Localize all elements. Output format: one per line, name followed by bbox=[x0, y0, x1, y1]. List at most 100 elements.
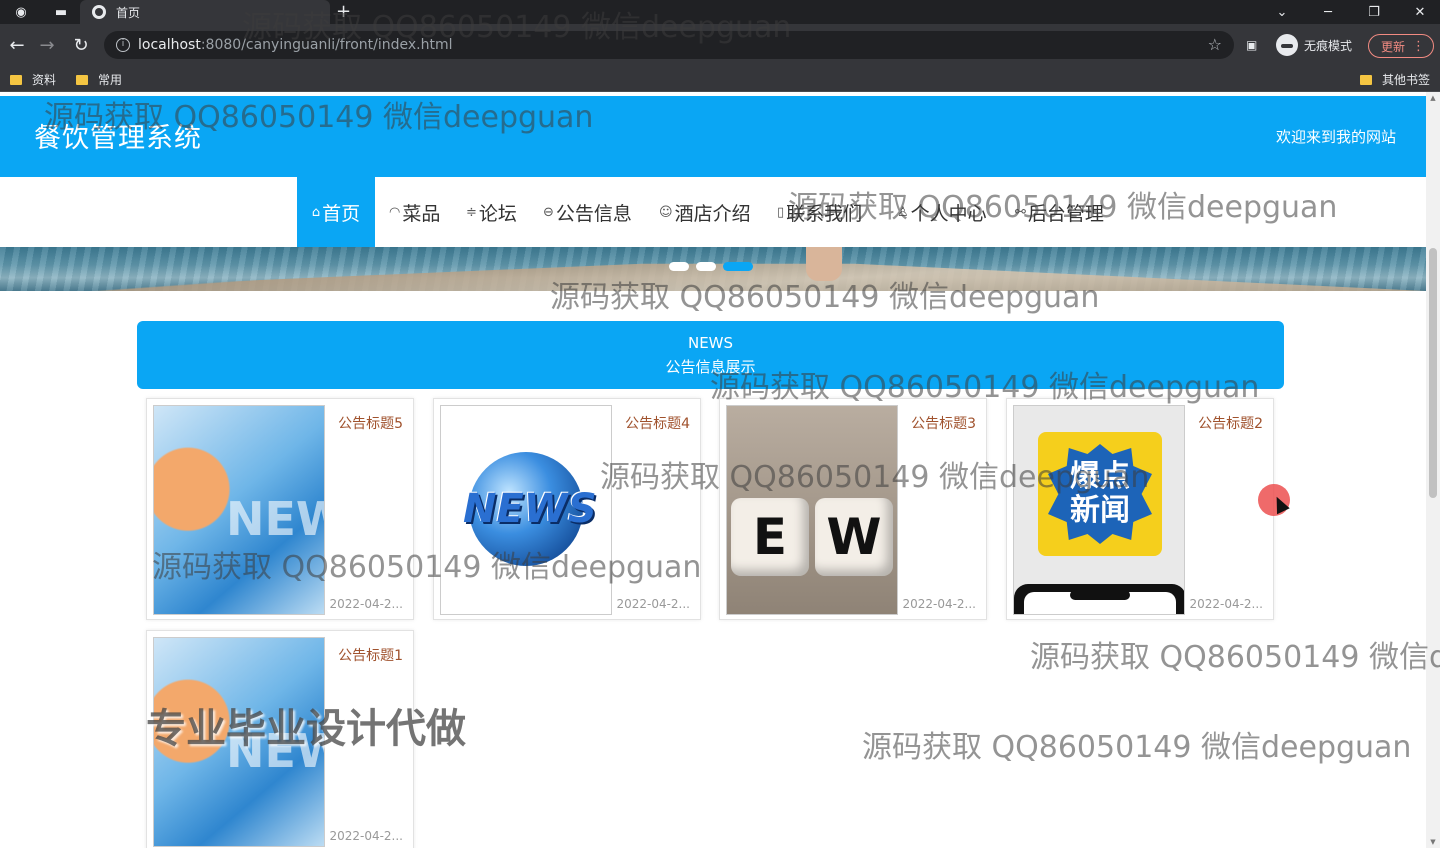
bookmark-folder-changyong[interactable]: 常用 bbox=[76, 71, 122, 88]
incognito-icon bbox=[1276, 34, 1298, 56]
nav-item-home[interactable]: ⌂ 首页 bbox=[297, 177, 375, 247]
hotel-icon: ☺ bbox=[659, 204, 673, 220]
address-bar[interactable]: i localhost:8080/canyinguanli/front/inde… bbox=[104, 31, 1234, 59]
nav-label: 公告信息 bbox=[555, 202, 632, 225]
news-image[interactable]: NEW bbox=[153, 405, 325, 615]
news-date: 2022-04-2... bbox=[616, 597, 690, 611]
news-date: 2022-04-2... bbox=[329, 597, 403, 611]
carousel-dot-2[interactable] bbox=[696, 262, 716, 271]
nav-item-contact[interactable]: ▯ 联系我们 bbox=[777, 177, 862, 247]
news-date: 2022-04-2... bbox=[1189, 597, 1263, 611]
news-title[interactable]: 公告标题1 bbox=[338, 645, 403, 665]
news-card[interactable]: E W 公告标题3 2022-04-2... bbox=[719, 398, 987, 620]
site-info-icon[interactable]: i bbox=[116, 38, 130, 52]
notice-icon: ⊖ bbox=[543, 204, 554, 220]
bookmark-folder-ziliao[interactable]: 资料 bbox=[10, 71, 56, 88]
nav-label: 酒店介绍 bbox=[674, 202, 751, 225]
news-image-text: NEW bbox=[226, 724, 324, 778]
news-title[interactable]: 公告标题3 bbox=[911, 413, 976, 433]
nav-item-forum[interactable]: ≑ 论坛 bbox=[466, 177, 517, 247]
other-bookmarks[interactable]: 其他书签 bbox=[1360, 71, 1430, 88]
nav-item-hotel[interactable]: ☺ 酒店介绍 bbox=[659, 177, 751, 247]
news-date: 2022-04-2... bbox=[329, 829, 403, 843]
nav-item-dishes[interactable]: ◠ 菜品 bbox=[389, 177, 440, 247]
nav-label: 菜品 bbox=[402, 202, 441, 225]
forum-icon: ≑ bbox=[466, 204, 477, 220]
news-title[interactable]: 公告标题5 bbox=[338, 413, 403, 433]
folder-icon bbox=[1360, 74, 1372, 85]
home-icon: ⌂ bbox=[311, 204, 321, 220]
bookmark-star-icon[interactable]: ☆ bbox=[1208, 35, 1222, 54]
carousel-dot-3[interactable] bbox=[723, 262, 753, 271]
news-date: 2022-04-2... bbox=[902, 597, 976, 611]
news-burst-line1: 爆点 bbox=[1070, 459, 1130, 494]
news-heading-cn: 公告信息展示 bbox=[665, 358, 756, 376]
reload-button[interactable]: ↻ bbox=[68, 32, 94, 58]
news-image[interactable]: NEW bbox=[153, 637, 325, 847]
news-image-text: NEW bbox=[226, 492, 324, 546]
dice-w: W bbox=[815, 498, 893, 576]
other-bookmarks-label: 其他书签 bbox=[1382, 73, 1431, 87]
link-icon: ⚯ bbox=[1015, 204, 1026, 220]
url-host: localhost bbox=[138, 37, 201, 53]
site-favicon-icon bbox=[92, 5, 106, 19]
phone-notch bbox=[1070, 590, 1130, 600]
news-burst-line2: 新闻 bbox=[1070, 493, 1130, 528]
nav-label: 个人中心 bbox=[910, 202, 987, 225]
minimize-button[interactable]: ─ bbox=[1306, 0, 1350, 24]
news-heading-en: NEWS bbox=[687, 334, 734, 352]
news-section-header: NEWS 公告信息展示 bbox=[137, 321, 1284, 389]
close-window-button[interactable]: ✕ bbox=[1398, 0, 1440, 24]
restore-button[interactable]: ❐ bbox=[1352, 0, 1396, 24]
page-scrollbar[interactable]: ▲ ▼ bbox=[1426, 92, 1440, 848]
bookmarks-bar: 资料 常用 其他书签 bbox=[0, 66, 1440, 92]
dice-e: E bbox=[731, 498, 809, 576]
browser-toolbar: ← → ↻ i localhost:8080/canyinguanli/fron… bbox=[0, 24, 1440, 66]
news-card[interactable]: NEW 公告标题1 2022-04-2... bbox=[146, 630, 414, 848]
tab-search-icon[interactable]: ⌄ bbox=[1260, 0, 1304, 24]
news-title[interactable]: 公告标题4 bbox=[625, 413, 690, 433]
bookmark-label: 常用 bbox=[98, 73, 123, 87]
bookmark-label: 资料 bbox=[32, 73, 57, 87]
folder-icon bbox=[10, 74, 22, 85]
incognito-label: 无痕模式 bbox=[1304, 38, 1353, 53]
browser-globe-icon[interactable]: ◉ bbox=[8, 2, 34, 22]
scroll-down-icon[interactable]: ▼ bbox=[1428, 838, 1438, 846]
user-icon: ♙ bbox=[897, 204, 909, 220]
site-title: 餐饮管理系统 bbox=[34, 123, 202, 154]
carousel-dot-1[interactable] bbox=[669, 262, 689, 271]
news-title[interactable]: 公告标题2 bbox=[1198, 413, 1263, 433]
tab-overview-icon[interactable]: ▬ bbox=[48, 2, 74, 22]
browser-tab-home[interactable]: 首页 bbox=[80, 0, 330, 24]
welcome-text: 欢迎来到我的网站 bbox=[1275, 128, 1396, 146]
news-image[interactable]: 爆点 新闻 bbox=[1013, 405, 1185, 615]
forward-button[interactable]: → bbox=[34, 32, 60, 58]
dish-icon: ◠ bbox=[389, 204, 401, 220]
scrollbar-thumb[interactable] bbox=[1429, 248, 1437, 498]
nav-label: 联系我们 bbox=[786, 202, 863, 225]
news-image[interactable]: NEWS bbox=[440, 405, 612, 615]
scroll-up-icon[interactable]: ▲ bbox=[1428, 94, 1438, 102]
banner-person-image bbox=[806, 247, 842, 281]
news-card[interactable]: NEW 公告标题5 2022-04-2... bbox=[146, 398, 414, 620]
page-viewport: 餐饮管理系统 欢迎来到我的网站 ⌂ 首页 ◠ 菜品 ≑ 论坛 ⊖ 公告信息 ☺ 酒店介绍 … bbox=[0, 92, 1440, 848]
folder-icon bbox=[76, 74, 88, 85]
back-button[interactable]: ← bbox=[4, 32, 30, 58]
nav-label: 后台管理 bbox=[1027, 202, 1104, 225]
tab-title: 首页 bbox=[116, 5, 141, 20]
nav-item-profile[interactable]: ♙ 个人中心 bbox=[897, 177, 987, 247]
update-label: 更新 bbox=[1381, 39, 1406, 54]
new-tab-button[interactable]: + bbox=[336, 1, 351, 22]
news-card[interactable]: NEWS 公告标题4 2022-04-2... bbox=[433, 398, 701, 620]
nav-item-admin[interactable]: ⚯ 后台管理 bbox=[1015, 177, 1104, 247]
nav-item-notices[interactable]: ⊖ 公告信息 bbox=[543, 177, 632, 247]
news-card[interactable]: 爆点 新闻 公告标题2 2022-04-2... bbox=[1006, 398, 1274, 620]
side-panel-icon[interactable]: ▣ bbox=[1246, 31, 1257, 59]
site-header: 餐饮管理系统 欢迎来到我的网站 bbox=[0, 96, 1426, 177]
contact-icon: ▯ bbox=[777, 204, 785, 220]
incognito-indicator[interactable]: 无痕模式 bbox=[1276, 31, 1352, 59]
update-button[interactable]: 更新 ⋮ bbox=[1368, 34, 1434, 58]
news-image[interactable]: E W bbox=[726, 405, 898, 615]
browser-tab-strip: ◉ ▬ 首页 + ⌄ ─ ❐ ✕ bbox=[0, 0, 1440, 24]
main-nav: ⌂ 首页 ◠ 菜品 ≑ 论坛 ⊖ 公告信息 ☺ 酒店介绍 ▯ 联系我们 ♙ 个人中心 ⚯ 后台管… bbox=[0, 177, 1426, 247]
